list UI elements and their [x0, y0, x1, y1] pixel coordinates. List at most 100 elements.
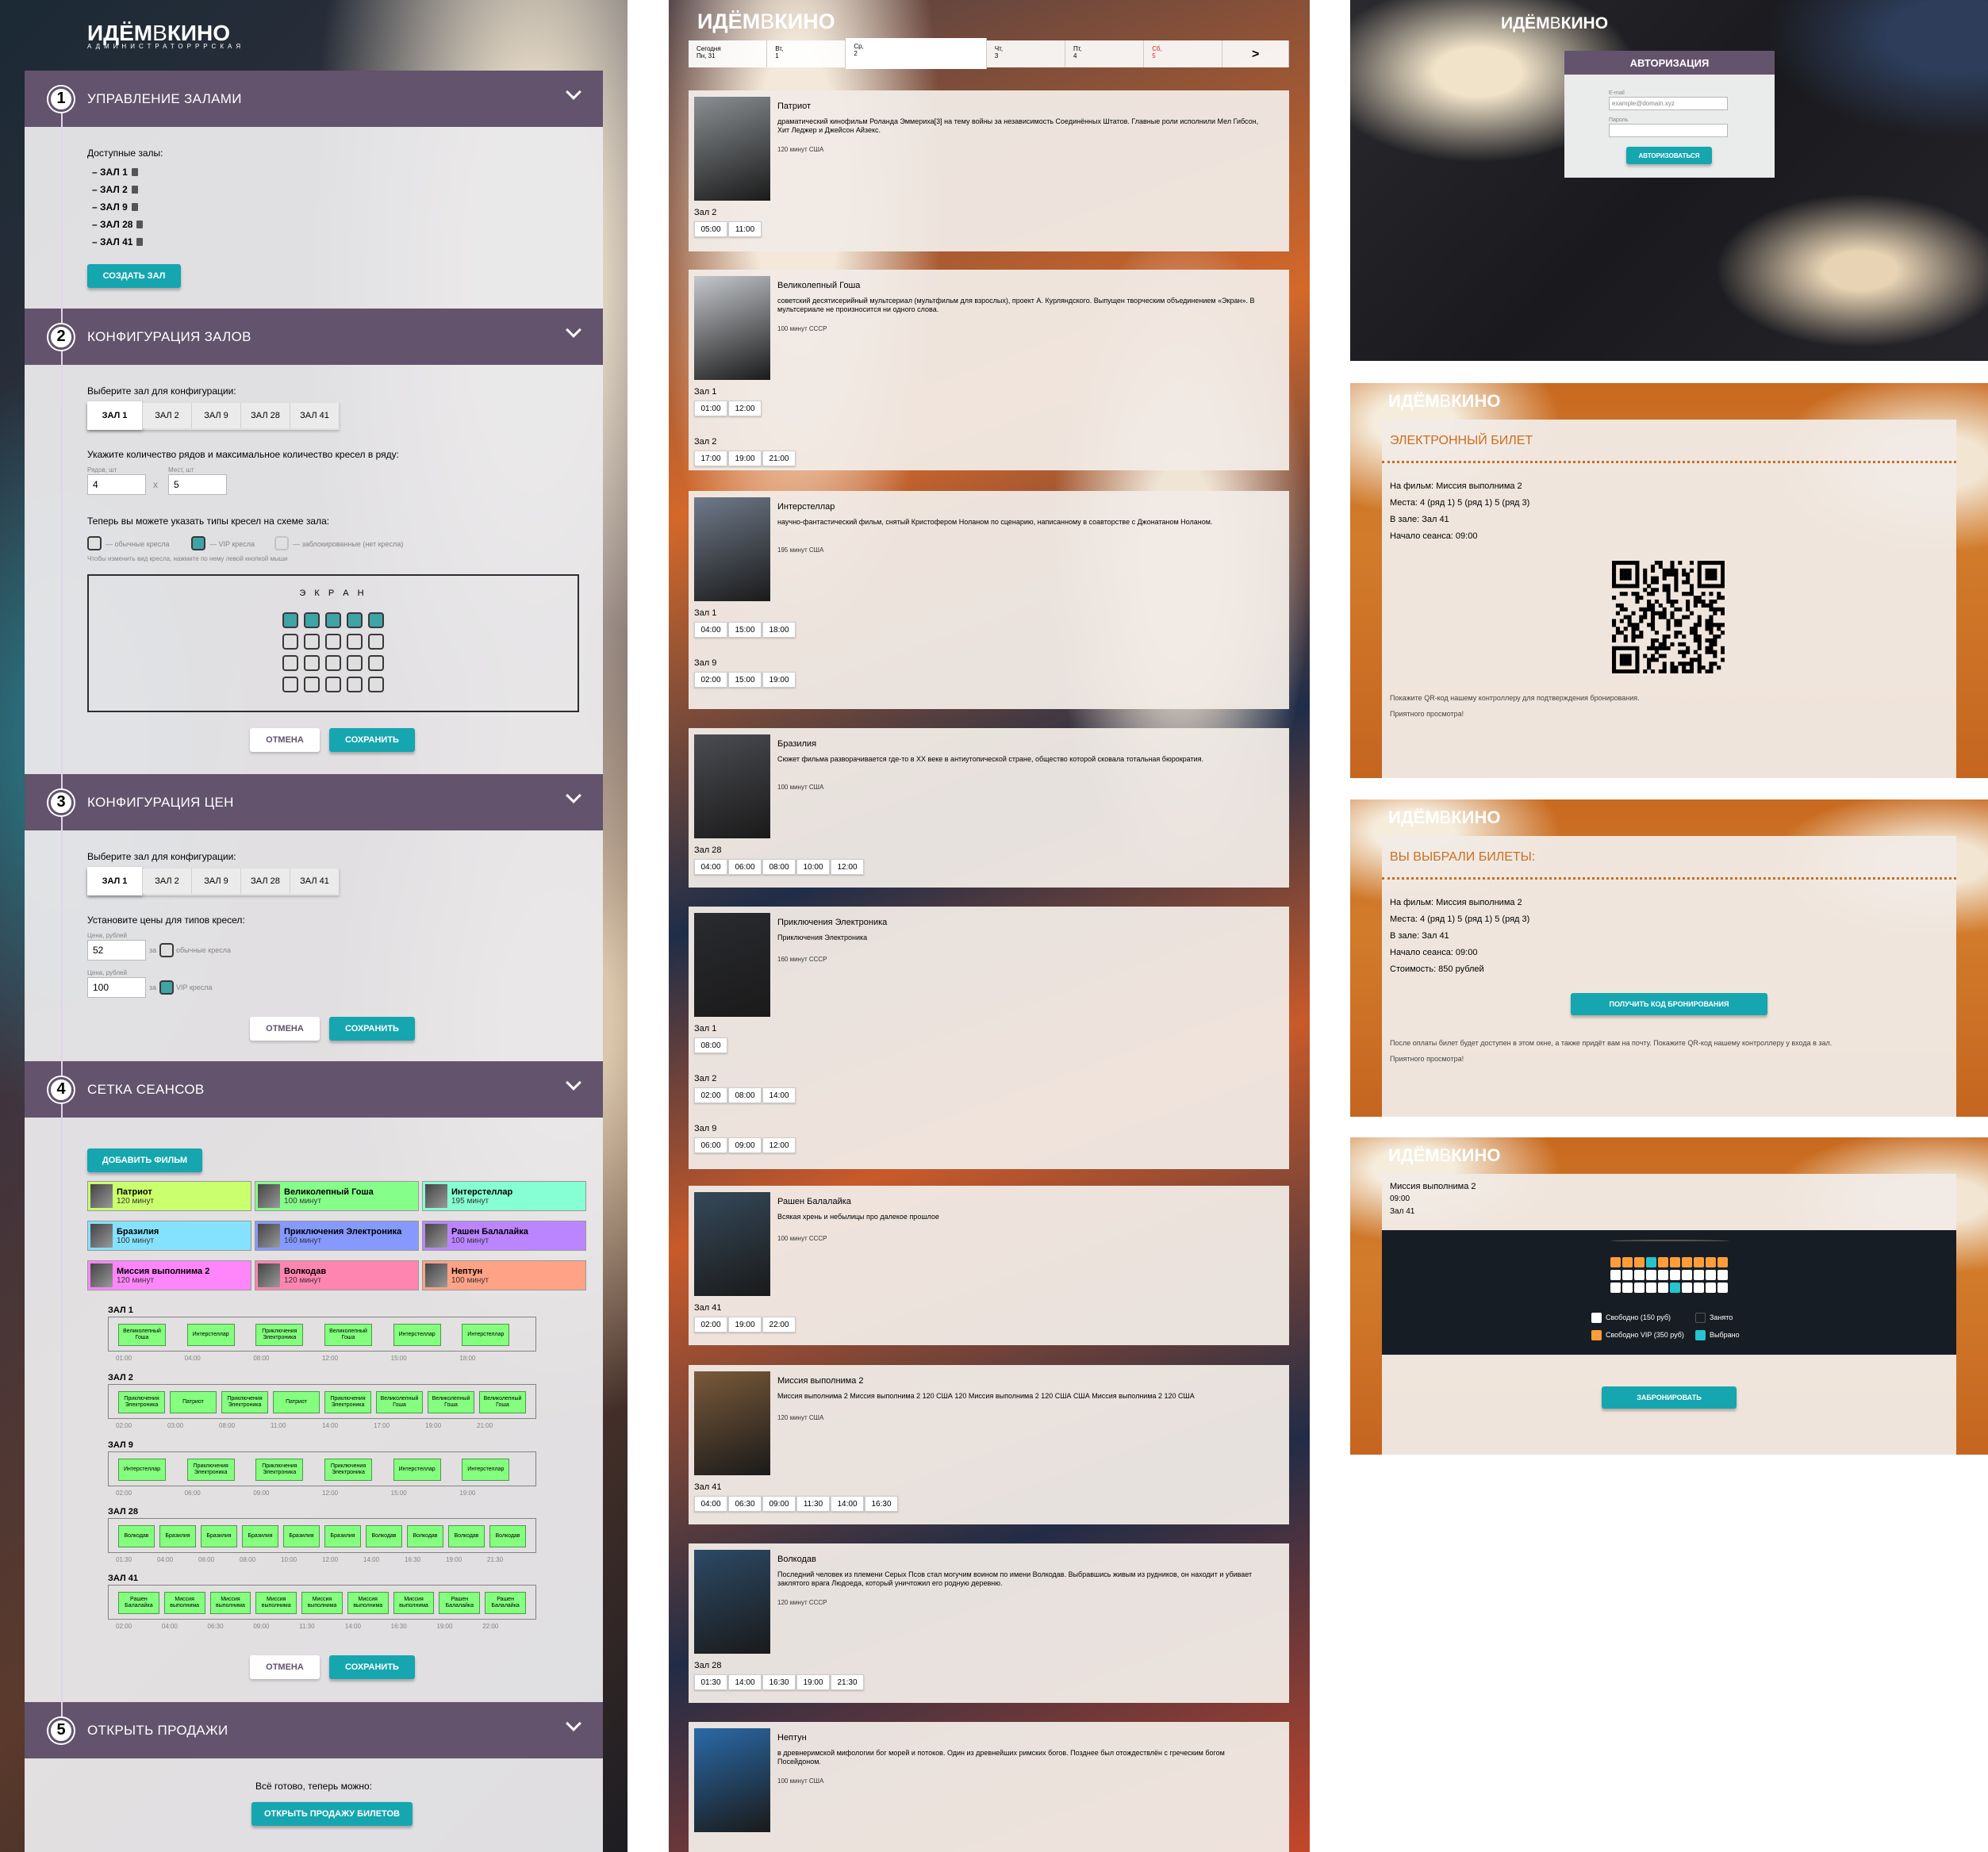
session-block[interactable]: Бразилия [159, 1525, 196, 1547]
session-block[interactable]: Великолепный Гоша [428, 1391, 474, 1413]
create-hall-button[interactable]: Создать зал [87, 264, 181, 288]
session-block[interactable]: Миссия выполнима [255, 1592, 297, 1614]
hall-seat[interactable] [282, 634, 298, 650]
hall-seat[interactable] [1646, 1257, 1656, 1267]
rows-input[interactable]: 4 [87, 474, 146, 495]
session-block[interactable]: Интерстеллар [186, 1324, 235, 1346]
day-tab[interactable]: Пт, 4 [1065, 40, 1145, 67]
hall-seat[interactable] [1622, 1283, 1633, 1293]
session-block[interactable]: Интерстеллар [462, 1324, 510, 1346]
session-time-button[interactable]: 19:00 [762, 672, 796, 688]
email-input[interactable]: example@domain.xyz [1609, 97, 1728, 110]
session-block[interactable]: Миссия выполнима [301, 1592, 343, 1614]
day-tab[interactable]: Вт, 1 [767, 40, 846, 67]
session-block[interactable]: Бразилия [283, 1525, 320, 1547]
session-block[interactable]: Интерстеллар [393, 1324, 441, 1346]
session-block[interactable]: Рашен Балалайка [439, 1592, 481, 1614]
hall-seat[interactable] [1706, 1283, 1716, 1293]
login-button[interactable]: Авторизоваться [1626, 147, 1712, 164]
session-time-button[interactable]: 12:00 [762, 1137, 796, 1153]
day-tab-weekend[interactable]: Сб, 5 [1144, 40, 1223, 67]
hall-tab[interactable]: Зал 2 [143, 868, 192, 894]
session-block[interactable]: Приключения Электроника [118, 1391, 165, 1413]
chevron-down-icon[interactable] [566, 1716, 581, 1731]
seats-input[interactable]: 5 [168, 474, 227, 495]
session-time-button[interactable]: 16:30 [762, 1674, 796, 1690]
hall-seat[interactable] [282, 677, 298, 692]
session-time-button[interactable]: 15:00 [728, 672, 762, 688]
session-time-button[interactable]: 19:00 [728, 451, 762, 466]
session-block[interactable]: Бразилия [201, 1525, 237, 1547]
film-card[interactable]: Великолепный Гоша 100 минут [255, 1181, 419, 1211]
hall-seat[interactable] [1658, 1257, 1668, 1267]
session-time-button[interactable]: 04:00 [694, 1496, 727, 1512]
hall-seat[interactable] [325, 677, 341, 692]
hall-seat[interactable] [1670, 1270, 1680, 1280]
day-tab[interactable]: Чт, 3 [986, 40, 1066, 67]
hall-seat[interactable] [1682, 1283, 1692, 1293]
hall-seat[interactable] [1717, 1257, 1728, 1267]
session-time-button[interactable]: 22:00 [762, 1317, 796, 1332]
session-time-button[interactable]: 02:00 [694, 1317, 727, 1332]
session-block[interactable]: Приключения Электроника [255, 1459, 304, 1481]
hall-seat[interactable] [347, 612, 363, 628]
session-time-button[interactable]: 04:00 [694, 622, 727, 638]
session-time-button[interactable]: 06:00 [728, 859, 762, 875]
chevron-down-icon[interactable] [566, 1075, 581, 1091]
session-time-button[interactable]: 02:00 [694, 672, 727, 688]
save-button[interactable]: Сохранить [329, 728, 415, 752]
session-block[interactable]: Рашен Балалайка [485, 1592, 526, 1614]
film-card[interactable]: Миссия выполнима 2 120 минут [87, 1260, 251, 1290]
session-block[interactable]: Приключения Электроника [255, 1324, 304, 1346]
session-block[interactable]: Миссия выполнима [347, 1592, 389, 1614]
session-time-button[interactable]: 09:00 [762, 1496, 796, 1512]
session-time-button[interactable]: 19:00 [796, 1674, 830, 1690]
hall-tab[interactable]: Зал 9 [192, 868, 241, 894]
session-time-button[interactable]: 08:00 [694, 1037, 727, 1053]
cancel-button[interactable]: Отмена [250, 728, 320, 752]
trash-icon[interactable] [136, 220, 144, 228]
session-time-button[interactable]: 11:00 [728, 221, 762, 237]
session-block[interactable]: Приключения Электроника [324, 1391, 371, 1413]
film-card[interactable]: Рашен Балалайка 100 минут [422, 1221, 586, 1251]
hall-seat[interactable] [325, 655, 341, 671]
session-block[interactable]: Миссия выполнима [393, 1592, 435, 1614]
movie-poster[interactable] [694, 1550, 770, 1654]
session-block[interactable]: Волкодав [489, 1525, 526, 1547]
password-input[interactable] [1609, 124, 1728, 137]
film-card[interactable]: Волкодав 120 минут [255, 1260, 419, 1290]
hall-seat[interactable] [1658, 1283, 1668, 1293]
hall-tab[interactable]: Зал 1 [87, 401, 143, 430]
hall-seat[interactable] [1694, 1270, 1704, 1280]
session-time-button[interactable]: 15:00 [728, 622, 762, 638]
hall-seat[interactable] [368, 655, 384, 671]
hall-seat[interactable] [282, 655, 298, 671]
session-block[interactable]: Волкодав [366, 1525, 402, 1547]
hall-seat[interactable] [1670, 1257, 1680, 1267]
section-halls-header[interactable]: 1 Управление залами [25, 71, 603, 127]
session-time-button[interactable]: 21:00 [762, 451, 796, 466]
session-time-button[interactable]: 14:00 [762, 1087, 796, 1103]
hall-seat[interactable] [304, 612, 320, 628]
hall-seat[interactable] [1634, 1283, 1645, 1293]
hall-seat[interactable] [1610, 1257, 1621, 1267]
cancel-button[interactable]: Отмена [250, 1655, 320, 1679]
session-block[interactable]: Патриот [170, 1391, 217, 1413]
session-block[interactable]: Волкодав [448, 1525, 485, 1547]
day-tab-chosen[interactable]: Ср, 2 [846, 38, 987, 69]
session-time-button[interactable]: 14:00 [728, 1674, 762, 1690]
session-block[interactable]: Волкодав [118, 1525, 155, 1547]
hall-seat[interactable] [1610, 1270, 1621, 1280]
session-time-button[interactable]: 09:00 [728, 1137, 762, 1153]
price-standard-input[interactable]: 52 [87, 940, 146, 961]
hall-seat[interactable] [1610, 1283, 1621, 1293]
movie-poster[interactable] [694, 734, 770, 838]
movie-poster[interactable] [694, 1728, 770, 1832]
hall-seat[interactable] [304, 677, 320, 692]
session-time-button[interactable]: 19:00 [728, 1317, 762, 1332]
hall-seat[interactable] [304, 655, 320, 671]
book-button[interactable]: Забронировать [1602, 1386, 1737, 1409]
hall-seat[interactable] [1646, 1283, 1656, 1293]
hall-seat[interactable] [1670, 1283, 1680, 1293]
session-time-button[interactable]: 21:30 [831, 1674, 864, 1690]
